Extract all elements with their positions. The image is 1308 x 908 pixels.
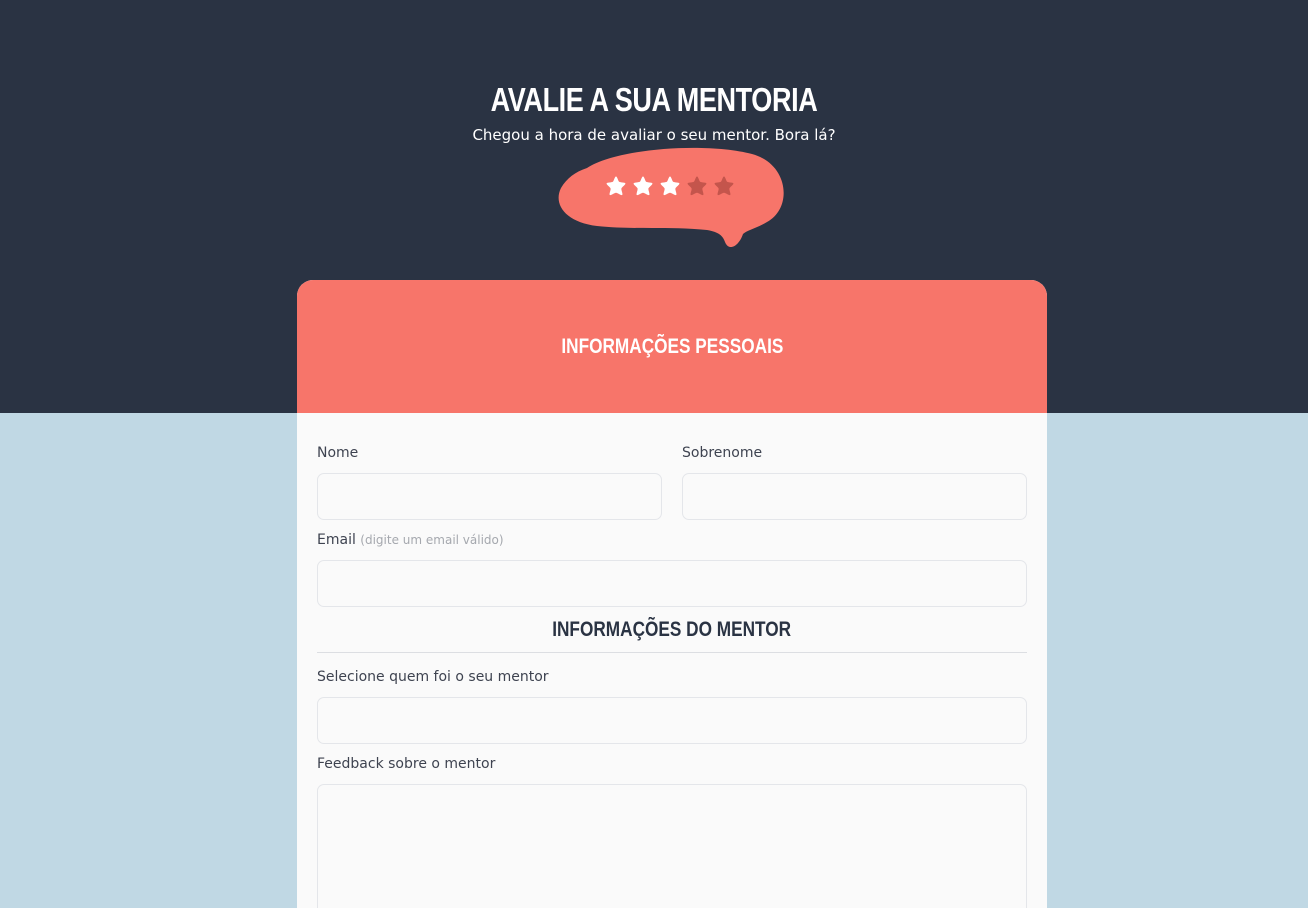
personal-info-header: INFORMAÇÕES PESSOAIS [297,280,1047,413]
star-icon[interactable] [631,174,655,198]
personal-info-title: INFORMAÇÕES PESSOAIS [561,334,783,358]
name-row: Nome Sobrenome [317,443,1027,530]
mentor-info-header: INFORMAÇÕES DO MENTOR [317,613,1027,653]
last-name-label: Sobrenome [682,445,763,461]
mentor-info-title: INFORMAÇÕES DO MENTOR [552,618,792,641]
star-icon[interactable] [604,174,628,198]
mentor-select-label: Selecione quem foi o seu mentor [317,669,549,685]
form-card: INFORMAÇÕES PESSOAIS Nome Sobrenome Emai… [297,280,1047,908]
first-name-group: Nome [317,443,662,530]
feedback-label: Feedback sobre o mentor [317,756,496,772]
form-body: Nome Sobrenome Email (digite um email vá… [297,413,1047,908]
star-icon[interactable] [685,174,709,198]
speech-bubble-shape [558,147,784,248]
page-title: AVALIE A SUA MENTORIA [490,81,818,118]
first-name-label: Nome [317,445,359,461]
email-label-group: Email (digite um email válido) [317,530,1027,550]
email-label: Email [317,532,356,548]
last-name-input[interactable] [682,473,1027,520]
rating-bubble [557,146,787,250]
star-icon[interactable] [712,174,736,198]
star-rating[interactable] [604,174,736,198]
email-hint: (digite um email válido) [360,533,504,547]
last-name-group: Sobrenome [682,443,1027,530]
mentor-select[interactable] [317,697,1027,744]
first-name-input[interactable] [317,473,662,520]
page-header: AVALIE A SUA MENTORIA Chegou a hora de a… [0,80,1308,145]
page-subtitle: Chegou a hora de avaliar o seu mentor. B… [472,126,836,144]
star-icon[interactable] [658,174,682,198]
email-input[interactable] [317,560,1027,607]
feedback-textarea[interactable] [317,784,1027,908]
